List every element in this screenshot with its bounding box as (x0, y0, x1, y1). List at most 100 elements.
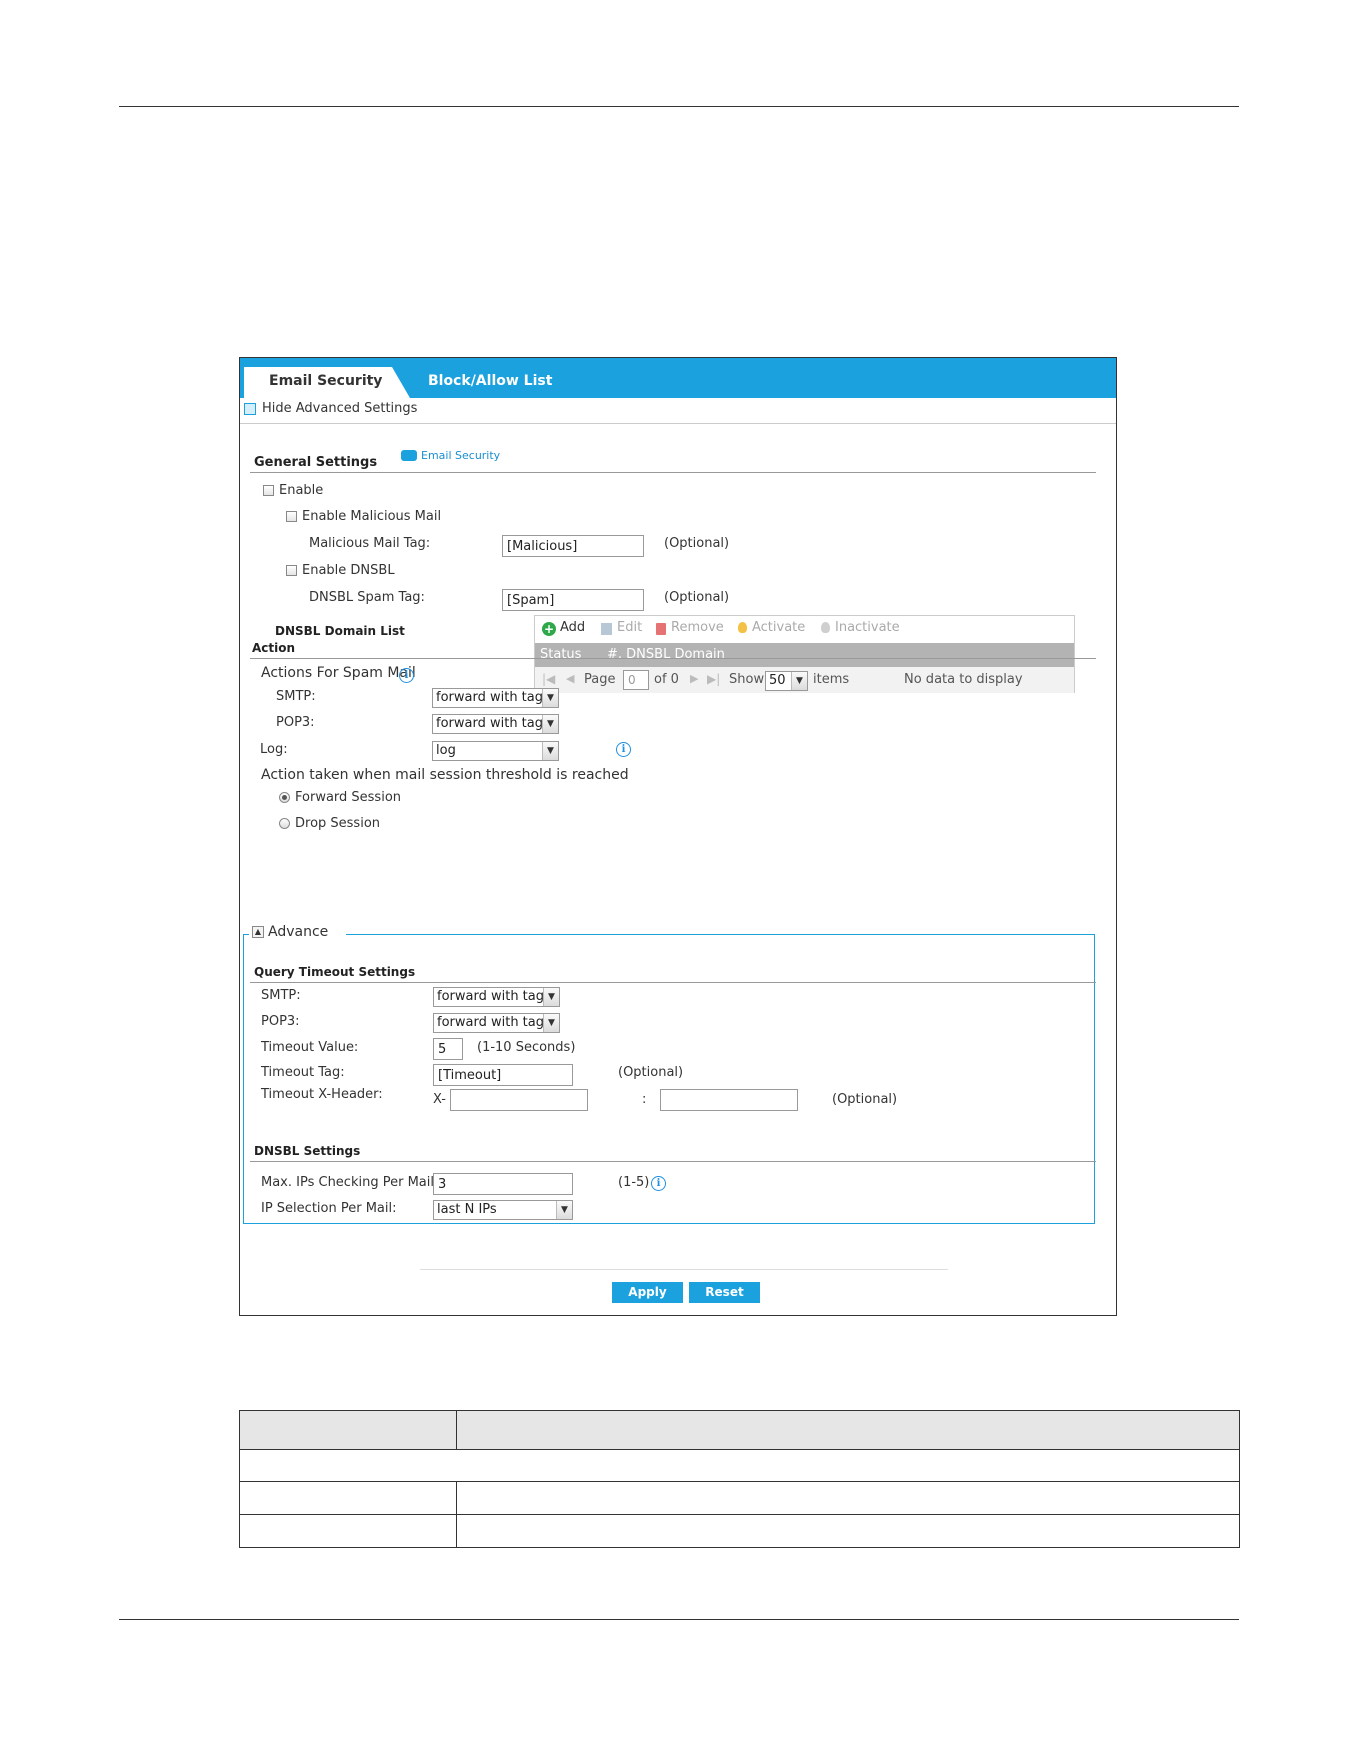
dnsbl-settings-heading: DNSBL Settings (254, 1144, 361, 1158)
chevron-down-icon: ▼ (542, 742, 558, 760)
chevron-down-icon: ▼ (556, 1201, 572, 1219)
query-pop3-value: forward with tag (437, 1015, 545, 1030)
hide-advanced-settings-link[interactable]: Hide Advanced Settings (262, 401, 417, 416)
xheader-name-input[interactable] (450, 1089, 588, 1111)
table-cell (239, 1449, 1240, 1482)
spam-smtp-label: SMTP: (276, 689, 316, 704)
description-table (239, 1410, 1240, 1548)
log-select[interactable]: log ▼ (432, 741, 559, 761)
trash-icon (656, 623, 666, 635)
tab-email-security[interactable]: Email Security (244, 367, 410, 398)
drop-session-radio[interactable] (279, 818, 290, 829)
info-icon[interactable]: i (399, 668, 414, 683)
chevron-down-icon: ▼ (542, 715, 558, 733)
max-ips-label: Max. IPs Checking Per Mail: (261, 1175, 439, 1190)
activate-button[interactable]: Activate (752, 620, 805, 635)
chevron-down-icon: ▼ (542, 689, 558, 707)
enable-malicious-mail-label: Enable Malicious Mail (302, 509, 442, 524)
prev-page-icon[interactable]: ◀ (566, 672, 574, 685)
enable-label: Enable (279, 483, 324, 498)
max-ips-info-icon[interactable]: i (651, 1176, 666, 1191)
advance-toggle[interactable]: Advance (268, 924, 328, 940)
reset-button[interactable]: Reset (689, 1282, 760, 1303)
dnsbl-spam-tag-input[interactable] (502, 589, 644, 611)
spam-pop3-value: forward with tag (436, 716, 544, 731)
collapse-icon[interactable]: ▲ (252, 926, 264, 938)
grid-header: Status #. DNSBL Domain (535, 643, 1074, 667)
spam-pop3-select[interactable]: forward with tag ▼ (432, 714, 559, 734)
page-footer-rule (119, 1619, 1239, 1620)
page-size-value: 50 (769, 673, 786, 688)
query-smtp-select[interactable]: forward with tag ▼ (433, 987, 560, 1007)
chevron-down-icon: ▼ (791, 672, 807, 690)
action-heading: Action (252, 641, 296, 655)
table-cell (456, 1514, 1240, 1548)
no-data-message: No data to display (904, 672, 1023, 687)
tab-email-security-label: Email Security (269, 373, 383, 389)
max-ips-hint: (1-5) (618, 1175, 650, 1190)
table-header-cell (456, 1410, 1240, 1450)
timeout-xheader-label: Timeout X-Header: (261, 1087, 383, 1102)
inactivate-button[interactable]: Inactivate (835, 620, 900, 635)
xheader-optional: (Optional) (832, 1092, 898, 1107)
settings-icon[interactable] (244, 403, 256, 415)
add-icon[interactable]: + (542, 622, 556, 636)
log-value: log (436, 743, 456, 758)
add-button[interactable]: Add (560, 620, 585, 635)
query-timeout-rule (250, 982, 1096, 983)
apply-button[interactable]: Apply (612, 1282, 683, 1303)
page-number-input[interactable] (623, 670, 649, 690)
dnsbl-spam-tag-label: DNSBL Spam Tag: (309, 590, 425, 605)
remove-button[interactable]: Remove (671, 620, 724, 635)
table-cell (456, 1481, 1240, 1515)
dnsbl-domain-list-label: DNSBL Domain List (275, 624, 405, 638)
ip-selection-select[interactable]: last N IPs ▼ (433, 1200, 573, 1220)
query-smtp-value: forward with tag (437, 989, 545, 1004)
email-security-panel: Email Security Block/Allow List Hide Adv… (239, 357, 1117, 1316)
xheader-separator: : (642, 1092, 647, 1107)
log-info-icon[interactable]: i (616, 742, 631, 757)
query-pop3-select[interactable]: forward with tag ▼ (433, 1013, 560, 1033)
email-security-help-link[interactable]: Email Security (421, 449, 500, 462)
timeout-tag-label: Timeout Tag: (261, 1065, 345, 1080)
malicious-optional-hint: (Optional) (664, 536, 730, 551)
enable-dnsbl-checkbox[interactable] (286, 565, 297, 576)
enable-checkbox[interactable] (263, 485, 274, 496)
items-label: items (813, 672, 850, 687)
dnsbl-domain-grid: + Add Edit Remove Activate Inactivate St… (534, 615, 1075, 693)
column-status[interactable]: Status (540, 647, 581, 662)
forward-session-radio[interactable] (279, 792, 290, 803)
malicious-mail-tag-input[interactable] (502, 535, 644, 557)
next-page-icon[interactable]: ▶ (690, 672, 698, 685)
table-row (239, 1481, 1240, 1515)
enable-malicious-mail-checkbox[interactable] (286, 511, 297, 522)
page-size-select[interactable]: 50 ▼ (765, 671, 808, 691)
page-header-rule (119, 106, 1239, 107)
timeout-tag-input[interactable] (433, 1064, 573, 1086)
log-label: Log: (260, 742, 288, 757)
threshold-heading: Action taken when mail session threshold… (261, 767, 629, 783)
chevron-down-icon: ▼ (543, 1014, 559, 1032)
spam-smtp-select[interactable]: forward with tag ▼ (432, 688, 559, 708)
ip-selection-label: IP Selection Per Mail: (261, 1201, 397, 1216)
edit-icon (601, 623, 612, 635)
email-security-help-icon[interactable] (401, 450, 417, 461)
page-count: of 0 (654, 672, 679, 687)
grid-pager: |◀ ◀ Page of 0 ▶ ▶| Show 50 ▼ items No d… (535, 667, 1074, 693)
column-dnsbl-domain[interactable]: #. DNSBL Domain (607, 647, 725, 662)
edit-button[interactable]: Edit (617, 620, 642, 635)
last-page-icon[interactable]: ▶| (707, 672, 720, 686)
spam-pop3-label: POP3: (276, 715, 315, 730)
lightbulb-off-icon (821, 622, 830, 633)
drop-session-label: Drop Session (295, 816, 381, 831)
timeout-value-input[interactable] (433, 1038, 463, 1060)
divider (240, 423, 1116, 424)
xheader-value-input[interactable] (660, 1089, 798, 1111)
max-ips-input[interactable] (433, 1173, 573, 1195)
tab-block-allow-list[interactable]: Block/Allow List (428, 373, 552, 389)
first-page-icon[interactable]: |◀ (542, 672, 555, 686)
table-row (239, 1449, 1240, 1482)
query-smtp-label: SMTP: (261, 988, 301, 1003)
table-header-cell (239, 1410, 457, 1450)
enable-dnsbl-label: Enable DNSBL (302, 563, 395, 578)
